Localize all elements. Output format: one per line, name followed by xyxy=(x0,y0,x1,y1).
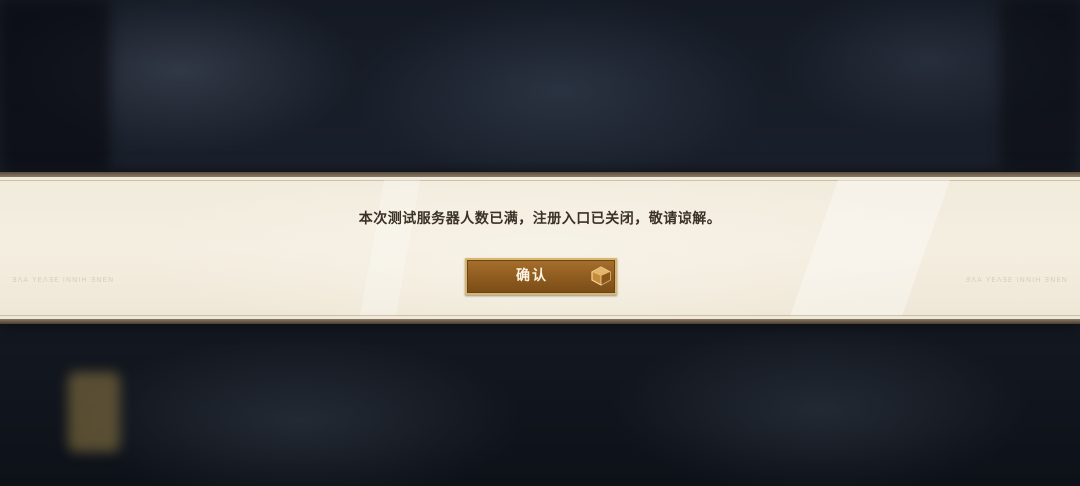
dialog-top-border xyxy=(0,172,1080,177)
decorative-side-text: ƎΛΑ ΥΕΛƎΕ ΙΝΝΙΗ ƎΝΕΝ xyxy=(965,276,1068,284)
dialog-decoration xyxy=(790,180,950,316)
dialog-divider xyxy=(0,315,1080,316)
confirm-button[interactable]: 确认 xyxy=(465,258,617,295)
decorative-side-text: ƎΛΑ ΥΕΛƎΕ ΙΝΝΙΗ ƎΝΕΝ xyxy=(12,276,115,284)
notice-dialog xyxy=(0,172,1080,324)
game-screen: ƎΛΑ ΥΕΛƎΕ ΙΝΝΙΗ ƎΝΕΝ ƎΛΑ ΥΕΛƎΕ ΙΝΝΙΗ ƎΝΕ… xyxy=(0,0,1080,486)
dialog-decoration xyxy=(360,180,420,316)
dialog-bottom-border xyxy=(0,319,1080,324)
dialog-message: 本次测试服务器人数已满，注册入口已关闭，敬请谅解。 xyxy=(358,211,722,227)
confirm-button-label: 确认 xyxy=(516,268,548,284)
background-light xyxy=(68,372,120,452)
background-shadow xyxy=(1000,0,1080,170)
cube-gem-icon xyxy=(591,266,611,286)
background-shadow xyxy=(0,0,110,170)
